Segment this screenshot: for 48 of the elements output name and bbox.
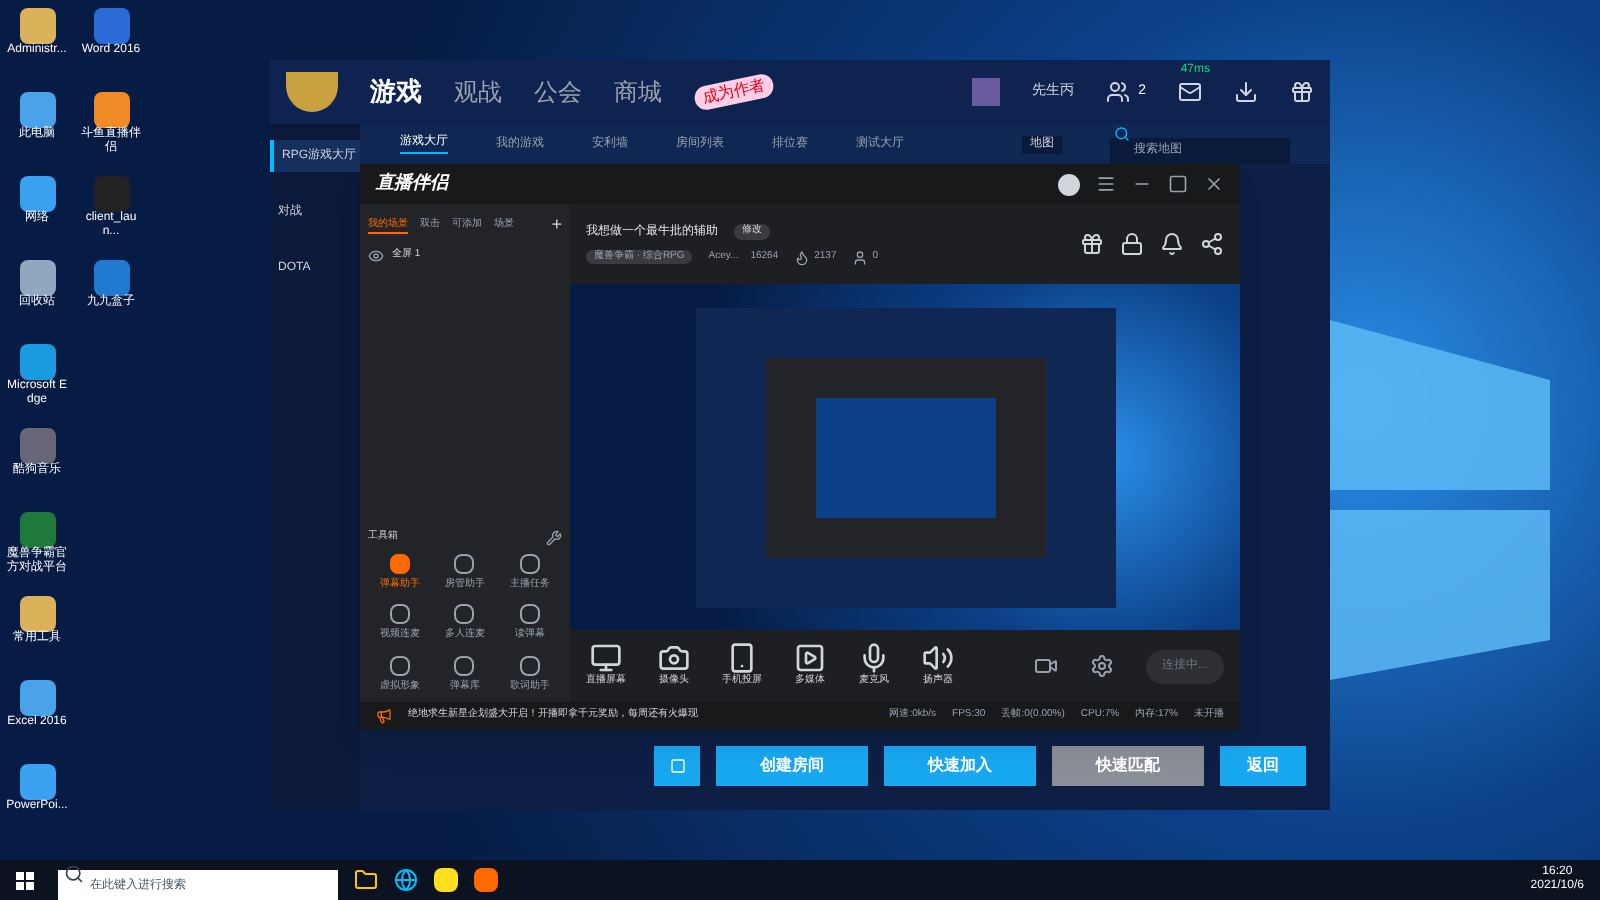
eye-icon[interactable]: [368, 247, 384, 263]
gift-icon[interactable]: [1290, 80, 1314, 104]
search-icon: [64, 864, 84, 884]
nav-tab[interactable]: 商城: [614, 74, 662, 110]
close-icon[interactable]: [1204, 174, 1224, 194]
megaphone-icon: [376, 708, 392, 724]
menu-icon[interactable]: [1096, 174, 1116, 194]
app-icon[interactable]: [19, 680, 55, 716]
microphone-icon: [858, 642, 890, 675]
app-icon[interactable]: [19, 176, 55, 212]
camera-icon: [658, 642, 690, 675]
app-icon[interactable]: [19, 8, 55, 44]
person-icon: [852, 249, 869, 265]
wrench-icon[interactable]: [546, 529, 562, 545]
download-icon[interactable]: [1234, 80, 1258, 104]
shield-logo-icon: [286, 72, 338, 112]
maximize-icon[interactable]: [1168, 174, 1188, 194]
folder-icon[interactable]: [354, 868, 378, 892]
app-icon[interactable]: [474, 868, 498, 892]
settings-icon[interactable]: [1089, 654, 1114, 678]
app-icon[interactable]: [19, 260, 55, 296]
add-scene-button[interactable]: +: [551, 212, 562, 239]
nav-tab[interactable]: 游戏: [370, 72, 422, 112]
app-icon[interactable]: [93, 92, 129, 128]
app-logo: 直播伴侣: [376, 170, 448, 197]
nav-tab[interactable]: 公会: [534, 74, 582, 110]
app-icon[interactable]: [19, 512, 55, 548]
windows-start-icon[interactable]: [16, 871, 34, 889]
gift-icon[interactable]: [1080, 232, 1104, 256]
nav-tab[interactable]: 观战: [454, 74, 502, 110]
app-icon[interactable]: [19, 764, 55, 800]
app-icon[interactable]: [19, 92, 55, 128]
avatar[interactable]: [1058, 173, 1080, 195]
monitor-icon: [590, 642, 622, 675]
mail-icon[interactable]: [1178, 80, 1202, 104]
phone-icon: [726, 642, 758, 675]
friends-icon[interactable]: [1106, 80, 1131, 104]
bell-icon[interactable]: [1160, 232, 1184, 256]
app-icon[interactable]: [19, 596, 55, 632]
browser-icon[interactable]: [394, 868, 418, 892]
search-icon: [1114, 126, 1130, 142]
video-icon[interactable]: [1033, 654, 1058, 678]
app-icon[interactable]: [434, 868, 458, 892]
flame-icon: [794, 249, 811, 265]
lock-icon[interactable]: [1120, 232, 1144, 256]
speaker-icon: [922, 642, 954, 675]
play-icon: [794, 642, 826, 675]
share-icon[interactable]: [1200, 232, 1224, 256]
